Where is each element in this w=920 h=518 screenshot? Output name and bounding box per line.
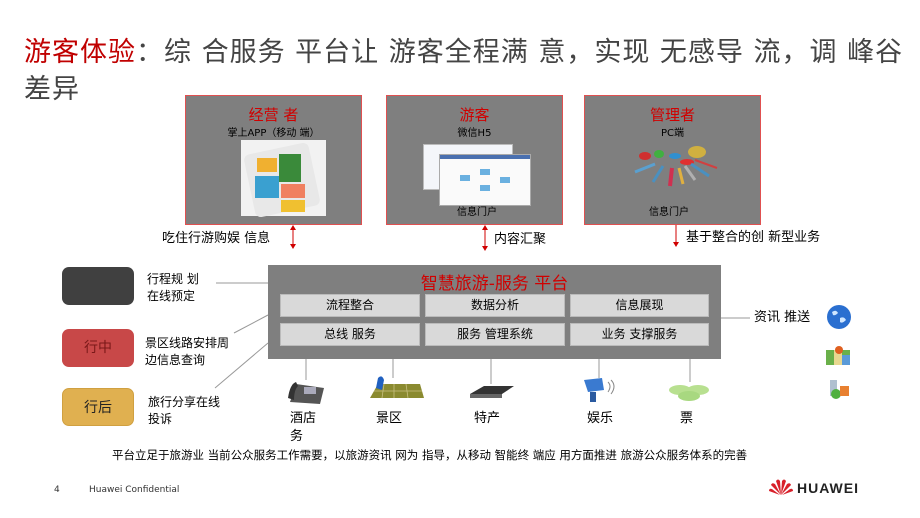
stage-label: 行中 bbox=[84, 340, 112, 356]
confidential-label: Huawei Confidential bbox=[89, 485, 180, 495]
stage-during[interactable]: 行中 bbox=[62, 329, 134, 367]
connector-lines bbox=[214, 282, 750, 389]
stage-label: 行后 bbox=[84, 400, 112, 416]
node-label: 特产 bbox=[474, 411, 501, 426]
globe-icon bbox=[827, 305, 851, 329]
node-label: 娱乐 bbox=[587, 411, 614, 426]
stage-desc: 旅行分享在线投诉 bbox=[148, 395, 221, 426]
push-label: 资讯 推送 bbox=[754, 310, 811, 325]
stage-desc: 景区线路安排周边信息查询 bbox=[145, 336, 230, 367]
brand-name: HUAWEI bbox=[797, 480, 859, 496]
node-label: 票 bbox=[680, 411, 694, 426]
lab-icon bbox=[830, 380, 849, 399]
stage-before[interactable] bbox=[62, 267, 134, 305]
router-icon bbox=[470, 386, 514, 398]
node-label: 酒店务 bbox=[290, 411, 317, 444]
summary-text: 平台立足于旅游业 当前公众服务工作需要，以旅游资讯 网为 指导，从移动 智能终 … bbox=[112, 448, 748, 462]
page-number: 4 bbox=[54, 485, 60, 495]
huawei-logo-icon bbox=[769, 479, 793, 495]
camera-icon bbox=[584, 378, 615, 402]
node-label: 景区 bbox=[376, 411, 403, 426]
phone-icon bbox=[288, 382, 324, 404]
stage-desc: 行程规 划在线预定 bbox=[147, 272, 199, 303]
grid-map-icon bbox=[370, 376, 424, 399]
stage-after[interactable]: 行后 bbox=[62, 388, 134, 426]
database-icon bbox=[669, 385, 709, 401]
map-icon bbox=[826, 346, 850, 365]
